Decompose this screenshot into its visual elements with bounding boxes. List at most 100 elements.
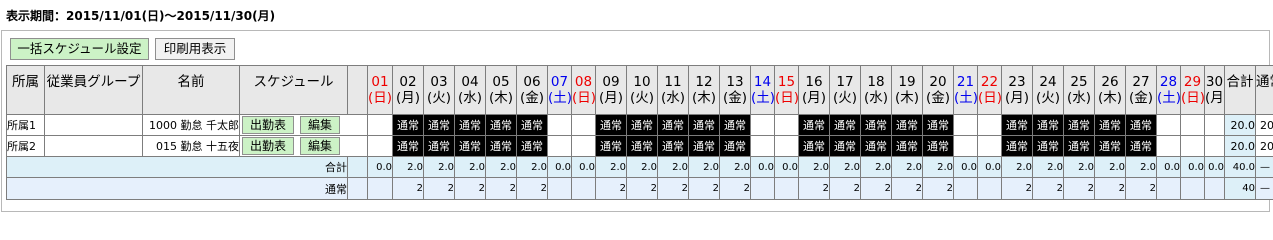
shift-cell[interactable]: 通常 [657, 114, 689, 136]
shift-cell[interactable] [1156, 114, 1181, 136]
shift-cell[interactable] [750, 114, 775, 136]
shift-cell[interactable]: 通常 [798, 135, 830, 157]
edit-button[interactable]: 編集 [300, 137, 340, 155]
shift-cell[interactable]: 通常 [1063, 135, 1095, 157]
shift-cell[interactable]: 通常 [1094, 135, 1126, 157]
day-number: 30 [1205, 74, 1224, 90]
day-number: 14 [753, 74, 772, 90]
day-weekday: (火) [1035, 90, 1061, 106]
print-view-button[interactable]: 印刷用表示 [155, 38, 235, 60]
shift-cell[interactable]: 通常 [516, 114, 548, 136]
shift-cell[interactable] [774, 114, 799, 136]
shift-cell[interactable]: 通常 [891, 135, 923, 157]
shift-cell[interactable]: 通常 [688, 135, 720, 157]
normal-count-day-value: 2 [1094, 177, 1126, 200]
shift-cell[interactable] [977, 114, 1002, 136]
shift-cell[interactable]: 通常 [454, 135, 486, 157]
shift-cell[interactable]: 通常 [860, 135, 892, 157]
shift-cell[interactable]: 通常 [595, 135, 627, 157]
header-day: 25 (水) [1063, 65, 1095, 115]
shift-cell[interactable]: 通常 [392, 135, 424, 157]
normal-count-day-value [547, 177, 572, 200]
summary-day-value: 0.0 [977, 156, 1002, 178]
shift-cell[interactable]: 通常 [922, 135, 954, 157]
header-spacer [347, 65, 368, 115]
normal-count-day-value: 2 [688, 177, 720, 200]
shift-cell[interactable] [571, 135, 596, 157]
header-day: 16 (月) [798, 65, 830, 115]
summary-day-value: 0.0 [1156, 156, 1181, 178]
shift-cell[interactable] [1204, 135, 1225, 157]
normal-count-day-value: 2 [485, 177, 517, 200]
shift-cell[interactable]: 通常 [1125, 114, 1157, 136]
day-weekday: (月) [1004, 90, 1030, 106]
shift-cell[interactable] [1204, 114, 1225, 136]
header-day: 18 (水) [860, 65, 892, 115]
shift-cell[interactable]: 通常 [1032, 114, 1064, 136]
shift-cell[interactable] [977, 135, 1002, 157]
shift-cell[interactable]: 通常 [1001, 135, 1033, 157]
employee-total: 20.0 [1224, 114, 1256, 136]
shift-cell[interactable]: 通常 [626, 114, 658, 136]
shift-cell[interactable]: 通常 [1001, 114, 1033, 136]
shift-cell[interactable]: 通常 [626, 135, 658, 157]
shift-cell[interactable] [750, 135, 775, 157]
shift-cell[interactable] [953, 114, 978, 136]
shift-cell[interactable]: 通常 [423, 135, 455, 157]
normal-count-day-value [367, 177, 393, 200]
shift-cell[interactable]: 通常 [829, 114, 861, 136]
normal-count-day-value: 2 [719, 177, 751, 200]
employee-normal-count: 20 [1255, 114, 1273, 136]
shift-cell[interactable]: 通常 [922, 114, 954, 136]
shift-cell[interactable]: 通常 [392, 114, 424, 136]
shift-cell[interactable]: 通常 [657, 135, 689, 157]
normal-count-day-value [1156, 177, 1181, 200]
shift-cell[interactable]: 通常 [891, 114, 923, 136]
shift-cell[interactable]: 通常 [719, 135, 751, 157]
bulk-schedule-button[interactable]: 一括スケジュール設定 [10, 38, 149, 60]
summary-day-value: 2.0 [798, 156, 830, 178]
shift-cell[interactable]: 通常 [516, 135, 548, 157]
shift-cell[interactable] [367, 135, 393, 157]
edit-button[interactable]: 編集 [300, 116, 340, 134]
shift-cell[interactable] [1180, 135, 1205, 157]
shift-cell[interactable]: 通常 [1032, 135, 1064, 157]
day-number: 07 [550, 74, 569, 90]
shift-cell[interactable] [571, 114, 596, 136]
attendance-button[interactable]: 出勤表 [242, 116, 294, 134]
normal-count-total: 40 [1224, 177, 1256, 200]
shift-cell[interactable] [547, 135, 572, 157]
shift-cell[interactable]: 通常 [688, 114, 720, 136]
header-day: 15 (日) [774, 65, 799, 115]
shift-cell[interactable] [774, 135, 799, 157]
day-number: 24 [1039, 74, 1057, 90]
shift-cell[interactable]: 通常 [454, 114, 486, 136]
normal-count-day-value: 2 [860, 177, 892, 200]
shift-cell[interactable] [367, 114, 393, 136]
shift-cell[interactable]: 通常 [1125, 135, 1157, 157]
shift-cell[interactable]: 通常 [485, 114, 517, 136]
shift-cell[interactable]: 通常 [595, 114, 627, 136]
summary-day-value: 0.0 [750, 156, 775, 178]
shift-cell[interactable]: 通常 [1094, 114, 1126, 136]
header-group: 従業員グループ [44, 65, 143, 115]
shift-cell[interactable] [1180, 114, 1205, 136]
shift-cell[interactable]: 通常 [423, 114, 455, 136]
shift-cell[interactable] [953, 135, 978, 157]
header-day: 14 (土) [750, 65, 775, 115]
shift-cell[interactable] [1156, 135, 1181, 157]
summary-spacer [347, 156, 368, 178]
shift-cell[interactable] [547, 114, 572, 136]
shift-cell[interactable]: 通常 [860, 114, 892, 136]
shift-cell[interactable]: 通常 [1063, 114, 1095, 136]
shift-cell[interactable]: 通常 [485, 135, 517, 157]
header-day: 03 (火) [423, 65, 455, 115]
normal-count-day-value: 2 [595, 177, 627, 200]
attendance-button[interactable]: 出勤表 [242, 137, 294, 155]
summary-day-value: 2.0 [1125, 156, 1157, 178]
normal-count-day-value: 2 [516, 177, 548, 200]
shift-cell[interactable]: 通常 [829, 135, 861, 157]
shift-cell[interactable]: 通常 [719, 114, 751, 136]
shift-cell[interactable]: 通常 [798, 114, 830, 136]
day-weekday: (日) [978, 90, 1002, 106]
